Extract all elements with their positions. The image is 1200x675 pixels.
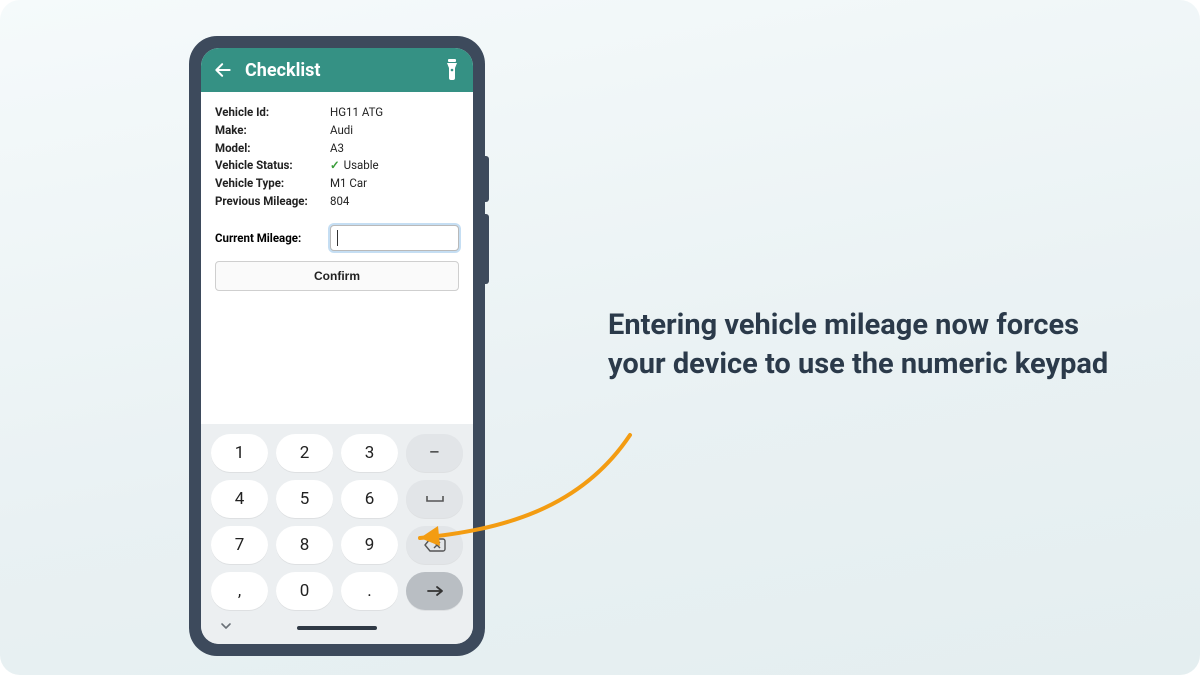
appbar: Checklist <box>201 48 473 92</box>
key-dot[interactable]: . <box>341 572 398 610</box>
flashlight-icon[interactable] <box>443 59 461 81</box>
keyboard-bottom-bar <box>211 618 463 638</box>
detail-row-model: Model: A3 <box>215 140 459 158</box>
text-caret <box>337 230 338 246</box>
status-text: Usable <box>344 157 379 175</box>
key-comma[interactable]: , <box>211 572 268 610</box>
appbar-title: Checklist <box>245 60 431 81</box>
value: M1 Car <box>330 175 459 193</box>
annotation-arrow <box>390 420 680 560</box>
confirm-button[interactable]: Confirm <box>215 261 459 291</box>
phone-side-button <box>485 214 489 284</box>
label: Previous Mileage: <box>215 193 330 211</box>
key-4[interactable]: 4 <box>211 480 268 518</box>
value: Audi <box>330 122 459 140</box>
current-mileage-label: Current Mileage: <box>215 231 330 245</box>
home-indicator <box>297 626 377 630</box>
content-spacer <box>201 291 473 424</box>
value: 804 <box>330 193 459 211</box>
value: HG11 ATG <box>330 104 459 122</box>
value: ✓ Usable <box>330 157 459 175</box>
detail-row-vehicle-id: Vehicle Id: HG11 ATG <box>215 104 459 122</box>
key-8[interactable]: 8 <box>276 526 333 564</box>
annotation-text: Entering vehicle mileage now forces your… <box>608 306 1128 384</box>
label: Model: <box>215 140 330 158</box>
back-icon[interactable] <box>213 60 233 80</box>
value: A3 <box>330 140 459 158</box>
key-7[interactable]: 7 <box>211 526 268 564</box>
key-enter[interactable] <box>406 572 463 610</box>
vehicle-details: Vehicle Id: HG11 ATG Make: Audi Model: A… <box>201 92 473 217</box>
key-5[interactable]: 5 <box>276 480 333 518</box>
detail-row-status: Vehicle Status: ✓ Usable <box>215 157 459 175</box>
key-2[interactable]: 2 <box>276 434 333 472</box>
detail-row-prev-mileage: Previous Mileage: 804 <box>215 193 459 211</box>
current-mileage-input[interactable] <box>330 225 459 251</box>
phone-side-button <box>485 156 489 202</box>
chevron-down-icon[interactable] <box>219 620 233 634</box>
check-icon: ✓ <box>330 157 340 175</box>
key-0[interactable]: 0 <box>276 572 333 610</box>
label: Make: <box>215 122 330 140</box>
detail-row-type: Vehicle Type: M1 Car <box>215 175 459 193</box>
canvas: Checklist Vehicle Id: HG11 ATG Make: Aud… <box>0 0 1200 675</box>
label: Vehicle Status: <box>215 157 330 175</box>
key-1[interactable]: 1 <box>211 434 268 472</box>
label: Vehicle Type: <box>215 175 330 193</box>
phone-frame: Checklist Vehicle Id: HG11 ATG Make: Aud… <box>189 36 485 656</box>
current-mileage-row: Current Mileage: <box>201 217 473 261</box>
detail-row-make: Make: Audi <box>215 122 459 140</box>
label: Vehicle Id: <box>215 104 330 122</box>
